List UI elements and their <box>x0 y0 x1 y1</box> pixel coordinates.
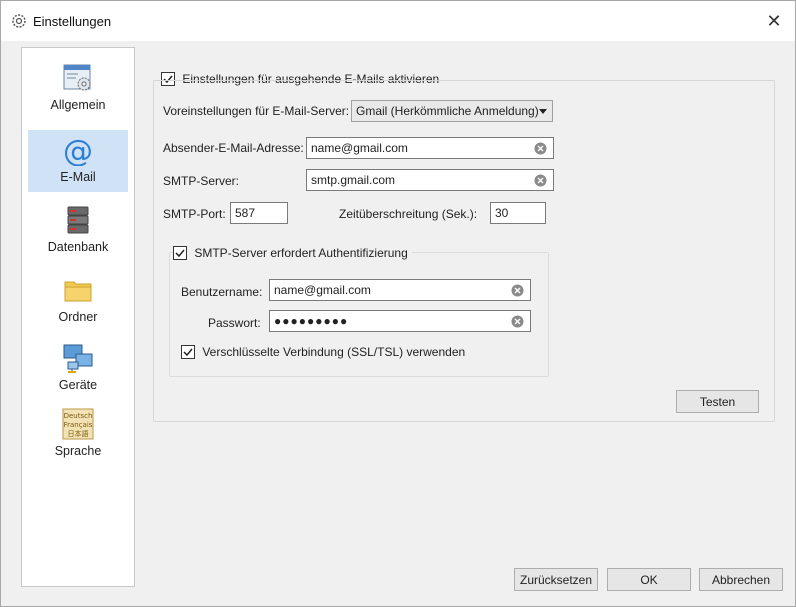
sidebar-item-label: Geräte <box>58 378 98 392</box>
general-settings-icon <box>63 64 91 91</box>
password-input[interactable]: ●●●●●●●●● <box>269 310 531 332</box>
timeout-input[interactable]: 30 <box>490 202 546 224</box>
cancel-button[interactable]: Abbrechen <box>699 568 783 591</box>
chevron-down-icon <box>539 109 547 114</box>
preset-value: Gmail (Herkömmliche Anmeldung) <box>356 104 539 118</box>
ssl-checkbox[interactable] <box>181 344 195 359</box>
svg-text:@: @ <box>63 134 93 166</box>
clear-icon[interactable] <box>534 142 547 155</box>
smtp-server-label: SMTP-Server: <box>163 174 240 188</box>
timeout-value: 30 <box>495 206 509 220</box>
test-button[interactable]: Testen <box>676 390 759 413</box>
smtp-server-input[interactable]: smtp.gmail.com <box>306 169 554 191</box>
smtp-port-label: SMTP-Port: <box>163 207 226 221</box>
sidebar-item-allgemein[interactable]: Allgemein <box>28 58 128 120</box>
password-label: Passwort: <box>208 316 261 330</box>
username-label: Benutzername: <box>181 285 263 299</box>
ssl-label: Verschlüsselte Verbindung (SSL/TSL) verw… <box>202 344 466 359</box>
window-title: Einstellungen <box>33 14 112 29</box>
sidebar-item-label: Datenbank <box>47 240 109 254</box>
sidebar-item-email[interactable]: @ E-Mail <box>28 130 128 192</box>
password-value: ●●●●●●●●● <box>274 314 349 328</box>
sender-email-input[interactable]: name@gmail.com <box>306 137 554 159</box>
folder-icon <box>64 281 92 302</box>
clear-icon[interactable] <box>534 174 547 187</box>
ok-button[interactable]: OK <box>607 568 691 591</box>
auth-checkbox[interactable] <box>173 245 187 260</box>
checkmark-icon <box>183 348 193 356</box>
reset-button[interactable]: Zurücksetzen <box>514 568 598 591</box>
sidebar-item-label: E-Mail <box>60 170 96 184</box>
sidebar-item-ordner[interactable]: Ordner <box>28 270 128 332</box>
title-bar: Einstellungen ✕ <box>1 1 795 41</box>
sidebar-item-sprache[interactable]: Deutsch Français 日本語 Sprache <box>28 404 128 466</box>
svg-text:日本語: 日本語 <box>68 429 89 438</box>
username-value: name@gmail.com <box>274 283 371 297</box>
sidebar-item-label: Allgemein <box>50 98 106 112</box>
smtp-port-input[interactable]: 587 <box>230 202 288 224</box>
preset-label: Voreinstellungen für E-Mail-Server: <box>163 104 350 118</box>
svg-text:Deutsch: Deutsch <box>64 412 93 420</box>
gear-icon <box>12 14 26 28</box>
close-icon: ✕ <box>766 10 782 31</box>
language-icon: Deutsch Français 日本語 <box>62 408 94 440</box>
sidebar-item-label: Ordner <box>58 310 98 324</box>
auth-row[interactable]: SMTP-Server erfordert Authentifizierung <box>173 245 412 260</box>
sidebar-item-geraete[interactable]: Geräte <box>28 338 128 400</box>
username-input[interactable]: name@gmail.com <box>269 279 531 301</box>
svg-text:Français: Français <box>64 421 93 429</box>
smtp-port-value: 587 <box>235 206 256 220</box>
clear-icon[interactable] <box>511 284 524 297</box>
preset-dropdown[interactable]: Gmail (Herkömmliche Anmeldung) <box>351 100 553 122</box>
timeout-label: Zeitüberschreitung (Sek.): <box>339 207 478 221</box>
close-button[interactable]: ✕ <box>761 9 787 33</box>
sidebar: Allgemein @ E-Mail Datenbank Ordner Gerä… <box>21 47 135 587</box>
sender-label: Absender-E-Mail-Adresse: <box>163 141 304 155</box>
database-icon <box>67 206 89 234</box>
settings-dialog: Einstellungen ✕ Allgemein @ E-Mail Daten… <box>0 0 796 607</box>
smtp-server-value: smtp.gmail.com <box>311 173 396 187</box>
sender-email-value: name@gmail.com <box>311 141 408 155</box>
sidebar-item-label: Sprache <box>54 444 102 458</box>
checkmark-icon <box>175 249 185 257</box>
ssl-row[interactable]: Verschlüsselte Verbindung (SSL/TSL) verw… <box>181 344 465 359</box>
sidebar-item-datenbank[interactable]: Datenbank <box>28 200 128 262</box>
auth-label: SMTP-Server erfordert Authentifizierung <box>194 245 408 260</box>
clear-icon[interactable] <box>511 315 524 328</box>
devices-icon <box>63 344 93 373</box>
at-sign-icon: @ <box>63 134 93 166</box>
